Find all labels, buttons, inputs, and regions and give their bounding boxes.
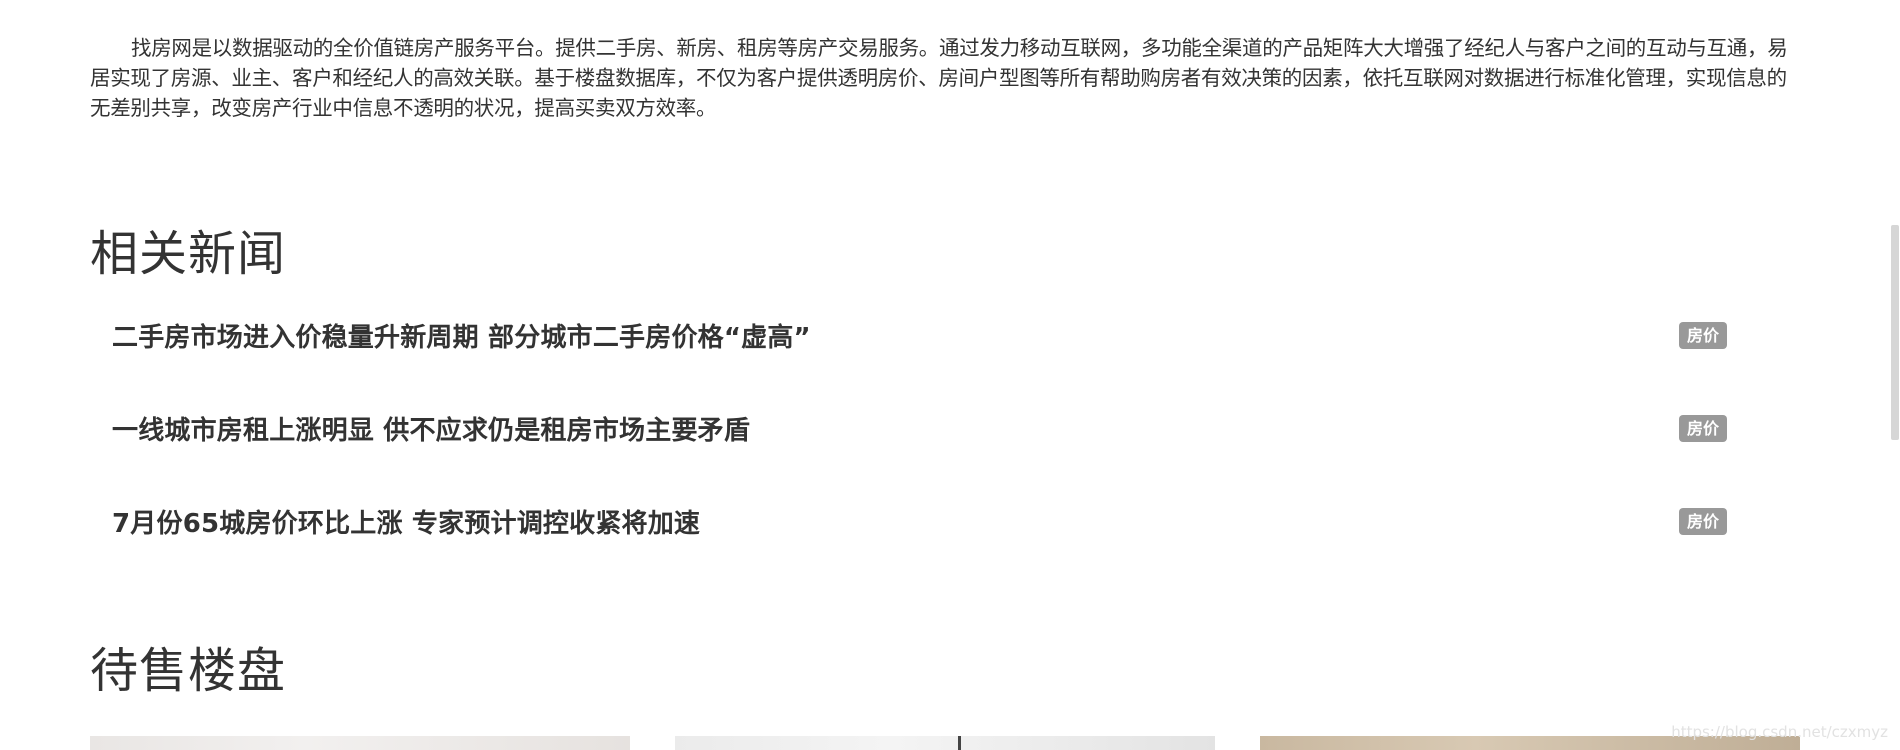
news-item-link[interactable]: 二手房市场进入价稳量升新周期 部分城市二手房价格“虚高” bbox=[112, 320, 811, 356]
news-list: 二手房市场进入价稳量升新周期 部分城市二手房价格“虚高” 房价 一线城市房租上涨… bbox=[90, 312, 1730, 591]
intro-paragraph: 找房网是以数据驱动的全价值链房产服务平台。提供二手房、新房、租房等房产交易服务。… bbox=[90, 36, 1788, 120]
news-item[interactable]: 7月份65城房价环比上涨 专家预计调控收紧将加速 房价 bbox=[90, 498, 1730, 591]
listings-grid bbox=[90, 736, 1800, 750]
vertical-scrollbar[interactable] bbox=[1890, 0, 1900, 750]
pendant-lamp-detail bbox=[958, 736, 961, 750]
news-tag-badge: 房价 bbox=[1679, 322, 1727, 349]
news-item[interactable]: 一线城市房租上涨明显 供不应求仍是租房市场主要矛盾 房价 bbox=[90, 405, 1730, 498]
news-tag-badge: 房价 bbox=[1679, 508, 1727, 535]
listing-card-image[interactable] bbox=[90, 736, 630, 750]
listings-section-title: 待售楼盘 bbox=[90, 643, 287, 699]
news-item[interactable]: 二手房市场进入价稳量升新周期 部分城市二手房价格“虚高” 房价 bbox=[90, 312, 1730, 405]
listing-card-image[interactable] bbox=[675, 736, 1215, 750]
watermark-text: https://blog.csdn.net/czxmyz bbox=[1671, 723, 1888, 741]
news-item-link[interactable]: 7月份65城房价环比上涨 专家预计调控收紧将加速 bbox=[112, 506, 700, 542]
news-section-title: 相关新闻 bbox=[90, 226, 287, 282]
news-tag-badge: 房价 bbox=[1679, 415, 1727, 442]
scrollbar-thumb[interactable] bbox=[1891, 225, 1899, 440]
news-item-link[interactable]: 一线城市房租上涨明显 供不应求仍是租房市场主要矛盾 bbox=[112, 413, 750, 449]
page: 找房网是以数据驱动的全价值链房产服务平台。提供二手房、新房、租房等房产交易服务。… bbox=[0, 0, 1900, 750]
